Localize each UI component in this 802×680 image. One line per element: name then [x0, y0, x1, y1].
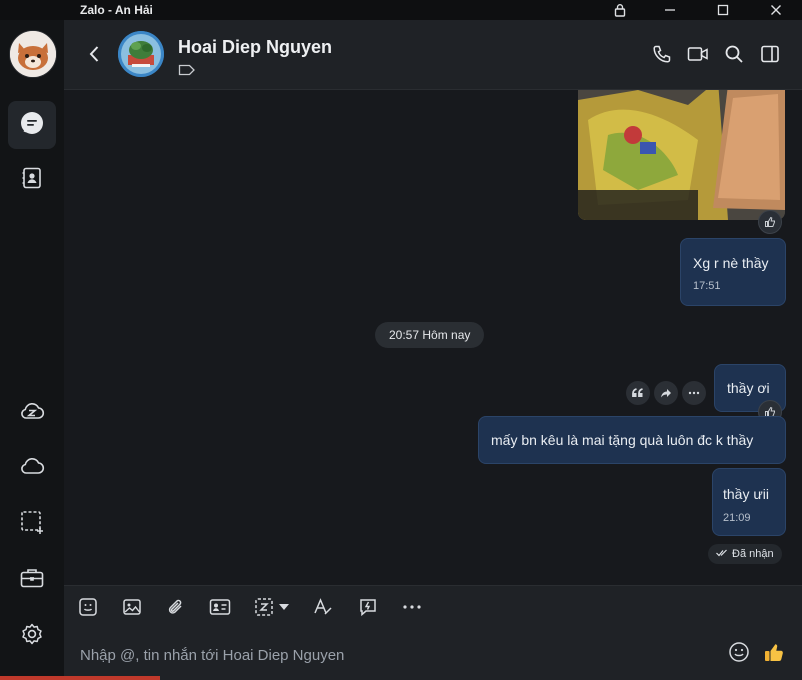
lock-icon[interactable] — [600, 0, 640, 20]
contact-name[interactable]: Hoai Diep Nguyen — [178, 37, 332, 58]
tag-icon[interactable] — [178, 63, 196, 81]
image-icon[interactable] — [121, 596, 143, 618]
thumbs-up-icon[interactable] — [762, 640, 786, 664]
composer-toolbar — [64, 585, 802, 629]
sidebar-item-screenshot[interactable] — [8, 500, 56, 548]
maximize-button[interactable] — [703, 0, 743, 20]
sidebar-item-contacts[interactable] — [8, 156, 56, 204]
emoji-icon[interactable] — [727, 640, 751, 664]
quote-reply-icon[interactable] — [626, 381, 650, 405]
delivery-status: Đã nhận — [708, 544, 782, 564]
like-reaction-button[interactable] — [758, 210, 782, 234]
forward-icon[interactable] — [654, 381, 678, 405]
composer — [64, 628, 802, 680]
sticker-icon[interactable] — [77, 596, 99, 618]
double-check-icon — [716, 548, 728, 560]
taskbar-strip — [0, 676, 160, 680]
back-icon[interactable] — [82, 42, 106, 66]
briefcase-icon — [19, 566, 45, 595]
message-text: thầy ơi — [727, 380, 770, 396]
message-time: 17:51 — [693, 280, 721, 292]
message-time: 21:09 — [723, 512, 751, 524]
caret-down-icon[interactable] — [277, 596, 291, 618]
screenshot-icon — [19, 509, 45, 540]
contact-avatar[interactable] — [118, 31, 164, 77]
more-options-icon[interactable] — [682, 381, 706, 405]
gear-icon — [20, 622, 44, 651]
title-bar: Zalo - An Hải — [0, 0, 802, 20]
text-format-icon[interactable] — [312, 596, 334, 618]
capture-icon[interactable] — [253, 596, 275, 618]
contact-card-icon[interactable] — [209, 596, 231, 618]
contacts-icon — [20, 166, 44, 195]
message-text: Xg r nè thầy — [693, 255, 769, 271]
zcloud-icon — [19, 400, 45, 427]
attachment-icon[interactable] — [165, 596, 187, 618]
sidebar-item-cloud[interactable] — [8, 444, 56, 492]
message-bubble[interactable]: thầy ưii 21:09 — [712, 468, 786, 536]
cloud-icon — [19, 455, 45, 482]
sidebar-toggle-icon[interactable] — [758, 42, 782, 66]
avatar[interactable] — [9, 30, 57, 78]
search-icon[interactable] — [722, 42, 746, 66]
sidebar-item-messages[interactable] — [8, 101, 56, 149]
chat-area[interactable]: Xg r nè thầy 17:51 20:57 Hôm nay thầy ơi… — [64, 90, 802, 585]
message-text: mấy bn kêu là mai tặng quà luôn đc k thầ… — [491, 432, 754, 448]
video-call-icon[interactable] — [686, 42, 710, 66]
message-input[interactable] — [78, 642, 702, 668]
sidebar-item-zcloud[interactable] — [8, 389, 56, 437]
sidebar-item-toolbox[interactable] — [8, 556, 56, 604]
chat-header: Hoai Diep Nguyen — [64, 20, 802, 90]
message-bubble[interactable]: Xg r nè thầy 17:51 — [680, 238, 786, 306]
chat-icon — [19, 110, 45, 141]
window-title: Zalo - An Hải — [80, 3, 153, 17]
minimize-button[interactable] — [650, 0, 690, 20]
status-text: Đã nhận — [732, 548, 774, 560]
message-text: thầy ưii — [723, 486, 769, 502]
message-bubble[interactable]: mấy bn kêu là mai tặng quà luôn đc k thầ… — [478, 416, 786, 464]
phone-icon[interactable] — [650, 42, 674, 66]
more-tools-icon[interactable] — [401, 596, 423, 618]
quick-message-icon[interactable] — [357, 596, 379, 618]
photo-message[interactable] — [578, 90, 785, 220]
close-button[interactable] — [756, 0, 796, 20]
date-divider: 20:57 Hôm nay — [375, 322, 485, 348]
sidebar-item-settings[interactable] — [8, 612, 56, 660]
